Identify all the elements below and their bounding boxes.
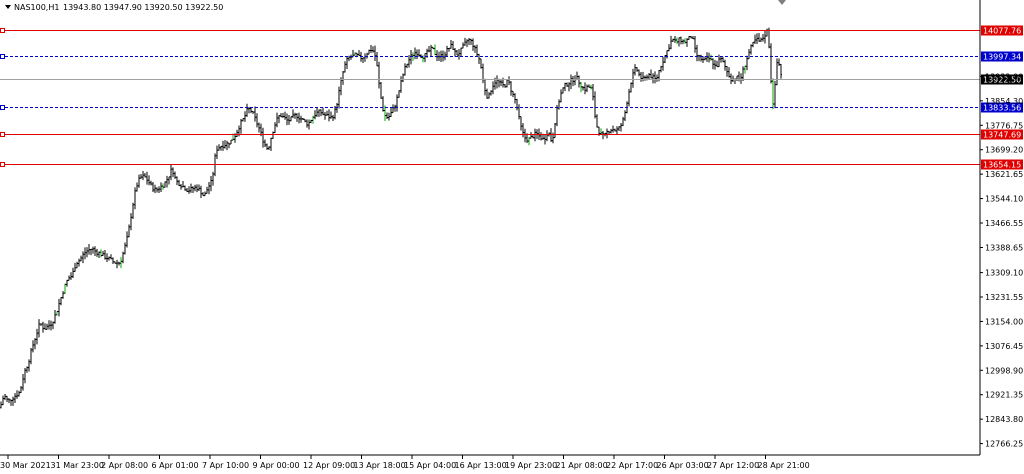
price-tick-label: 12843.80 [985, 415, 1023, 424]
level-handle [0, 105, 5, 110]
level-price-tag-label: 13997.34 [983, 53, 1021, 62]
level-price-tag-label: 13654.15 [983, 161, 1021, 170]
level-handle [0, 132, 5, 137]
price-chart[interactable]: 14077.76 13997.34 13922.50 13833.56 13747.69… [0, 0, 1024, 474]
ohlc-label: 13943.80 13947.90 13920.50 13922.50 [63, 3, 223, 12]
price-tick-label: 12921.35 [985, 391, 1023, 400]
time-tick-label: 16 Apr 13:00 [455, 461, 507, 470]
shift-marker-icon[interactable] [778, 0, 786, 5]
time-tick-label: 2 Apr 08:00 [101, 461, 148, 470]
level-price-tag-label: 14077.76 [983, 27, 1021, 36]
price-tick-label: 13699.20 [985, 146, 1023, 155]
time-tick-label: 9 Apr 00:00 [253, 461, 300, 470]
chart-svg[interactable]: 14077.7613997.3413922.5013833.5613747.69… [0, 0, 1024, 474]
price-tick-label: 13544.10 [985, 195, 1023, 204]
time-tick-label: 6 Apr 01:00 [152, 461, 199, 470]
level-handle [0, 28, 5, 33]
price-tick-label: 13231.55 [985, 293, 1023, 302]
price-tick-label: 13776.75 [985, 121, 1023, 130]
time-tick-label: 26 Apr 03:00 [657, 461, 709, 470]
price-tick-label: 13854.30 [985, 97, 1023, 106]
price-tick-label: 13388.65 [985, 244, 1023, 253]
price-tick-label: 13154.00 [985, 317, 1023, 326]
price-tick-label: 13076.45 [985, 342, 1023, 351]
price-tick-label: 12766.25 [985, 440, 1023, 449]
time-tick-label: 15 Apr 04:00 [404, 461, 456, 470]
axes-layer: 13699.20 13621.65 13544.10 13466.55 13388.65… [0, 0, 1023, 470]
time-tick-label: 30 Mar 2021 [0, 461, 51, 470]
time-tick-label: 7 Apr 10:00 [202, 461, 249, 470]
price-tick-label: 13309.10 [985, 269, 1023, 278]
time-tick-label: 12 Apr 09:00 [303, 461, 355, 470]
time-tick-label: 27 Apr 12:00 [707, 461, 759, 470]
time-tick-label: 22 Apr 17:00 [606, 461, 658, 470]
level-price-tag-label: 13747.69 [983, 131, 1021, 140]
time-tick-label: 28 Apr 21:00 [758, 461, 810, 470]
candles-layer [0, 27, 782, 409]
price-tick-label: 13466.55 [985, 219, 1023, 228]
time-tick-label: 19 Apr 23:00 [505, 461, 557, 470]
time-tick-label: 21 Apr 08:00 [556, 461, 608, 470]
collapse-triangle-icon[interactable] [5, 5, 11, 9]
level-handle [0, 162, 5, 167]
price-tick-label: 13621.65 [985, 170, 1023, 179]
chart-header: NAS100,H1 13943.80 13947.90 13920.50 139… [5, 3, 223, 12]
level-handle [0, 54, 5, 59]
price-tick-label: 12998.90 [985, 366, 1023, 375]
time-tick-label: 31 Mar 23:00 [51, 461, 104, 470]
levels-layer: 14077.7613997.3413922.5013833.5613747.69… [0, 25, 1023, 170]
symbol-label: NAS100,H1 [14, 3, 59, 12]
price-tick-label: 13932.00 [985, 72, 1023, 81]
time-tick-label: 13 Apr 18:00 [354, 461, 406, 470]
